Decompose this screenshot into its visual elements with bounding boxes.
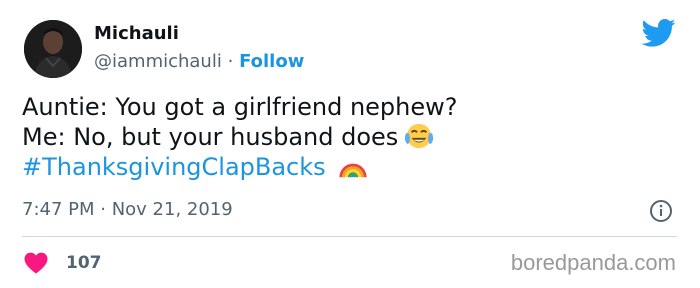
hashtag-link[interactable]: #ThanksgivingClapBacks — [22, 153, 326, 181]
avatar-photo — [24, 20, 82, 78]
tweet-line-3: #ThanksgivingClapBacks — [22, 152, 458, 182]
divider — [22, 236, 677, 237]
author-name[interactable]: Michauli — [94, 23, 179, 44]
tweet-text: Auntie: You got a girlfriend nephew? Me:… — [22, 92, 458, 182]
tweet-line-2: Me: No, but your husband does — [22, 122, 458, 152]
heart-icon — [24, 252, 48, 274]
twitter-bird-icon[interactable] — [642, 18, 676, 48]
tweet-line-2-text: Me: No, but your husband does — [22, 123, 399, 151]
rainbow-icon — [339, 163, 367, 178]
separator-dot: · — [227, 51, 234, 72]
follow-button[interactable]: Follow — [239, 51, 304, 72]
tweet-timestamp[interactable]: 7:47 PM · Nov 21, 2019 — [22, 199, 233, 220]
author-handle[interactable]: @iammichauli — [94, 51, 222, 72]
like-count: 107 — [66, 253, 102, 273]
avatar[interactable] — [24, 20, 82, 78]
tweet-line-1: Auntie: You got a girlfriend nephew? — [22, 93, 458, 121]
author-handle-row: @iammichauli · Follow — [94, 51, 304, 72]
info-icon[interactable] — [649, 199, 673, 223]
face-with-tears-of-joy-icon — [405, 123, 434, 149]
watermark: boredpanda.com — [510, 250, 676, 275]
